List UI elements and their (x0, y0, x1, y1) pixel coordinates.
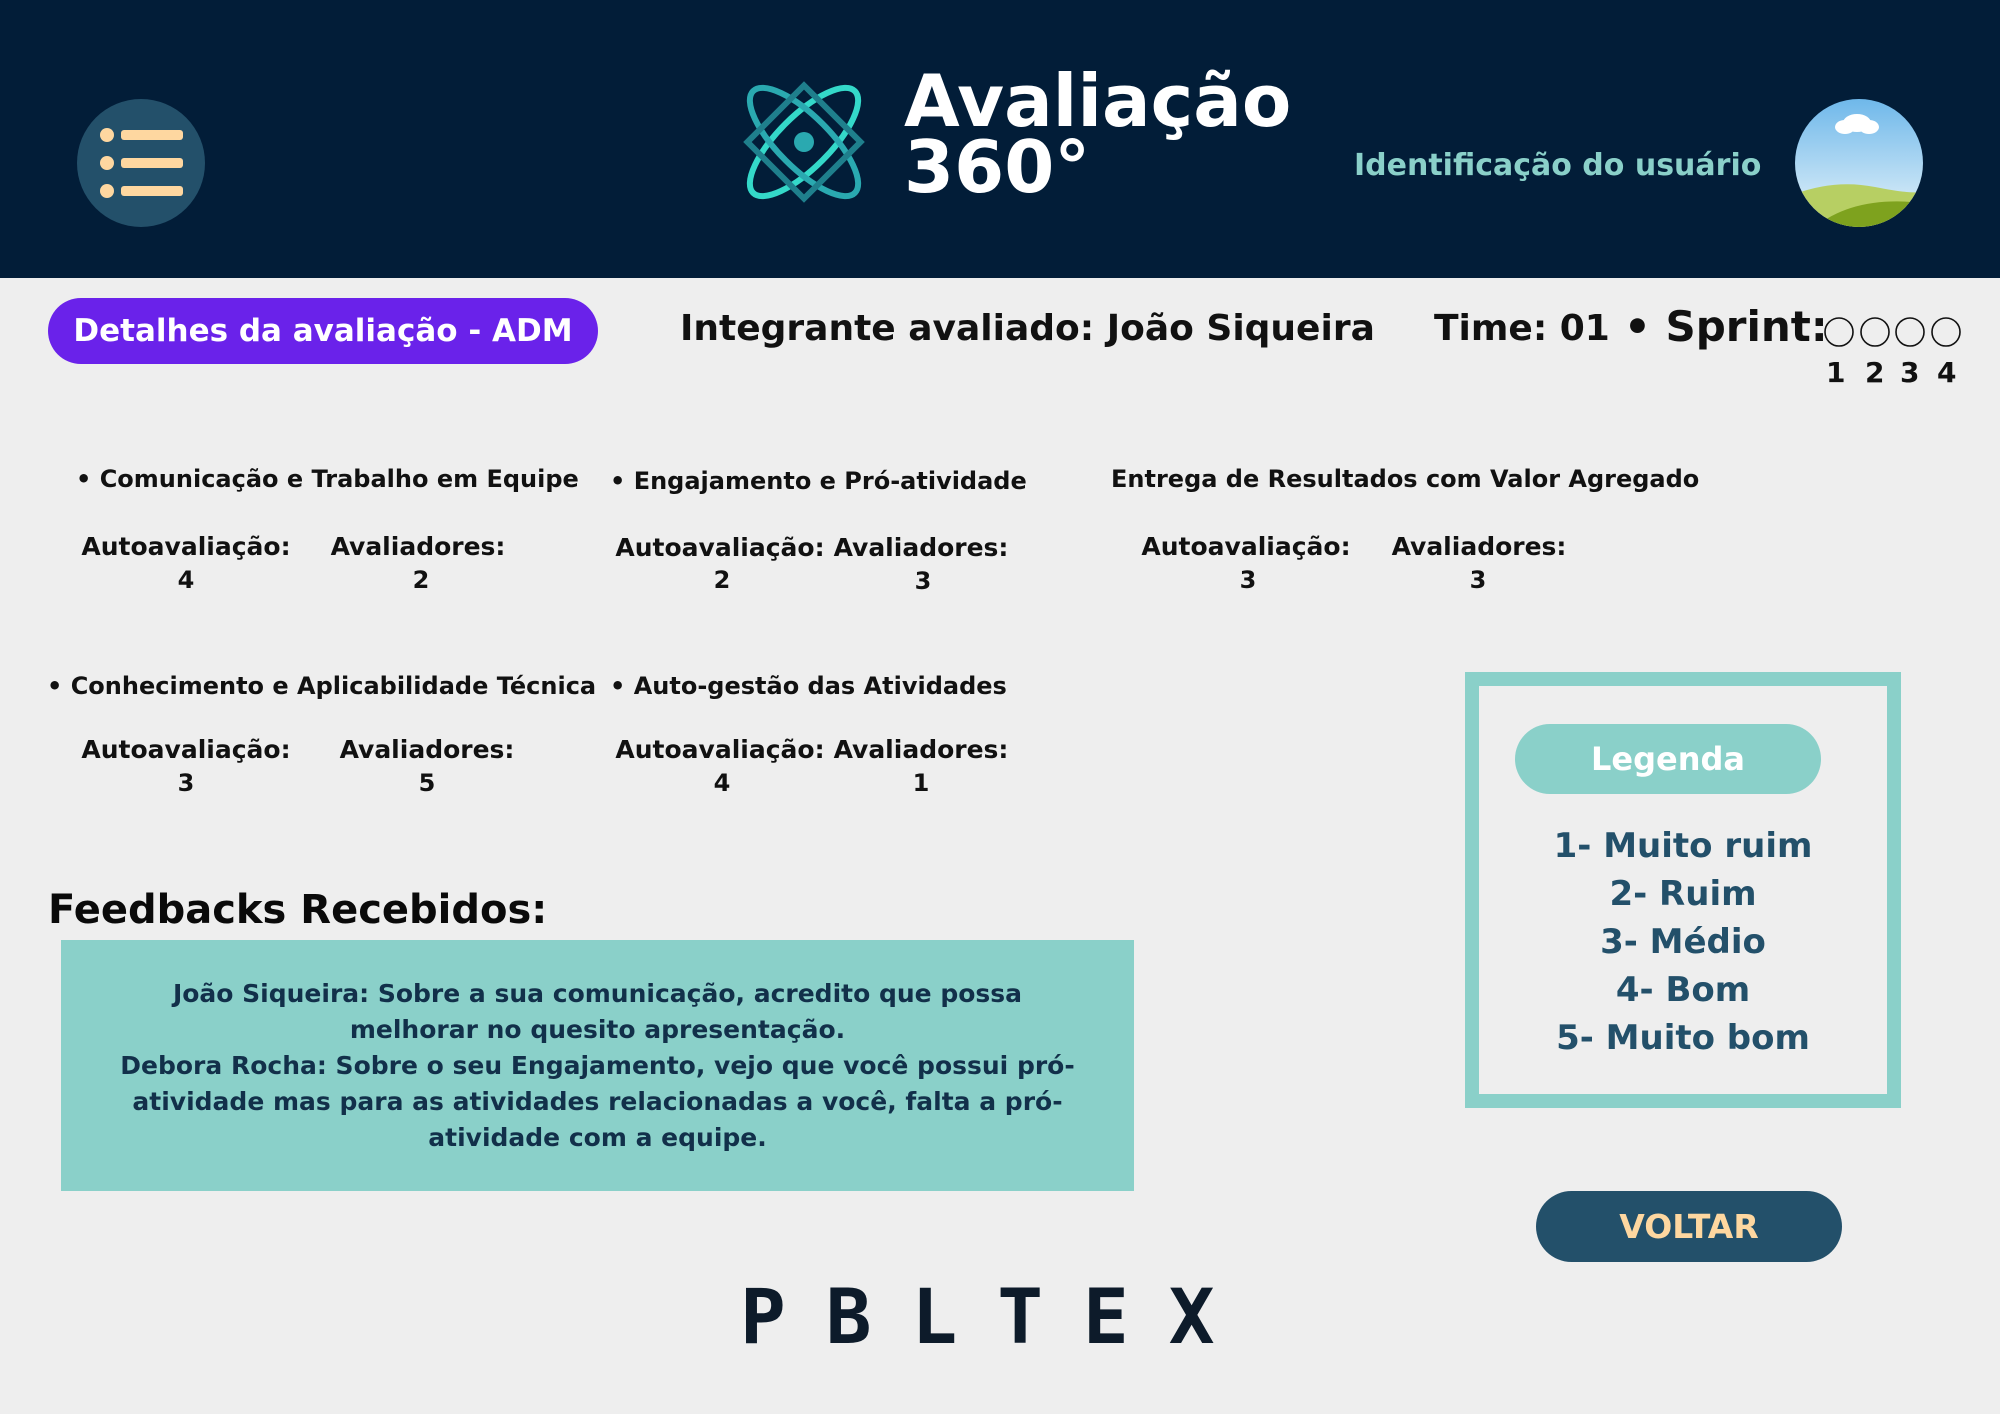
self-eval-label: Autoavaliação: (1141, 532, 1351, 561)
evaluators-label: Avaliadores: (1391, 532, 1567, 561)
criterion-title: • Engajamento e Pró-atividade (610, 467, 1027, 495)
evaluators-value: 3 (914, 567, 932, 595)
self-eval-value: 3 (1239, 566, 1257, 594)
feedback-box: João Siqueira: Sobre a sua comunicação, … (61, 940, 1134, 1191)
team-number: Time: 01 (1434, 308, 1610, 349)
self-eval-label: Autoavaliação: (615, 735, 825, 764)
atom-logo-icon (743, 81, 865, 203)
self-eval-value: 4 (177, 566, 195, 594)
self-eval-value: 4 (713, 769, 731, 797)
sprint-number: 1 (1826, 356, 1846, 389)
legend-item: 5- Muito bom (1556, 1018, 1810, 1058)
legend-item: 3- Médio (1600, 922, 1766, 962)
sprint-number: 3 (1900, 356, 1920, 389)
sprint-number: 2 (1865, 356, 1885, 389)
evaluators-label: Avaliadores: (339, 735, 515, 764)
criterion-title: Entrega de Resultados com Valor Agregado (1111, 465, 1700, 493)
details-title-pill: Detalhes da avaliação - ADM (48, 298, 598, 364)
criterion-title: • Conhecimento e Aplicabilidade Técnica (47, 672, 597, 700)
avatar[interactable] (1795, 99, 1923, 227)
evaluators-label: Avaliadores: (833, 735, 1009, 764)
legend-item: 4- Bom (1615, 970, 1751, 1010)
footer-logo: PBLTEX (740, 1272, 1255, 1361)
self-eval-label: Autoavaliação: (615, 533, 825, 562)
legend-title: Legenda (1515, 724, 1821, 794)
evaluators-value: 5 (418, 769, 436, 797)
legend-item: 1- Muito ruim (1553, 826, 1813, 866)
legend-panel: Legenda 1- Muito ruim 2- Ruim 3- Médio 4… (1465, 672, 1901, 1108)
brand-title: Avaliação 360° (904, 65, 1291, 209)
legend-list: 1- Muito ruim 2- Ruim 3- Médio 4- Bom 5-… (1479, 822, 1887, 1062)
sprint-radio-3[interactable] (1895, 317, 1925, 347)
self-eval-label: Autoavaliação: (81, 735, 291, 764)
evaluators-value: 2 (412, 566, 430, 594)
feedback-title: Feedbacks Recebidos: (48, 887, 548, 933)
sprint-radio-1[interactable] (1824, 317, 1854, 347)
criterion-title: • Auto-gestão das Atividades (610, 672, 1007, 700)
evaluated-member: Integrante avaliado: João Siqueira (680, 308, 1375, 349)
feedback-item: João Siqueira: Sobre a sua comunicação, … (172, 979, 1023, 1044)
sprint-number: 4 (1937, 356, 1957, 389)
self-eval-label: Autoavaliação: (81, 532, 291, 561)
feedback-item: Debora Rocha: Sobre o seu Engajamento, v… (120, 1051, 1075, 1152)
sprint-label: • Sprint: (1624, 302, 1828, 351)
landscape-avatar-icon (1795, 99, 1923, 227)
menu-button[interactable] (77, 99, 205, 227)
legend-item: 2- Ruim (1609, 874, 1757, 914)
evaluators-value: 1 (912, 769, 930, 797)
evaluators-label: Avaliadores: (330, 532, 506, 561)
hamburger-list-icon (100, 128, 183, 198)
self-eval-value: 3 (177, 769, 195, 797)
sprint-radio-2[interactable] (1860, 317, 1890, 347)
self-eval-value: 2 (713, 566, 731, 594)
brand-line-2: 360° (904, 125, 1091, 209)
user-identification-link[interactable]: Identificação do usuário (1354, 148, 1761, 183)
sprint-selector (1824, 317, 1961, 347)
criterion-title: • Comunicação e Trabalho em Equipe (76, 465, 579, 493)
evaluators-label: Avaliadores: (833, 533, 1009, 562)
top-header: Avaliação 360° Identificação do usuário (0, 0, 2000, 278)
sprint-radio-4[interactable] (1931, 317, 1961, 347)
evaluators-value: 3 (1469, 566, 1487, 594)
back-button[interactable]: VOLTAR (1536, 1191, 1842, 1262)
